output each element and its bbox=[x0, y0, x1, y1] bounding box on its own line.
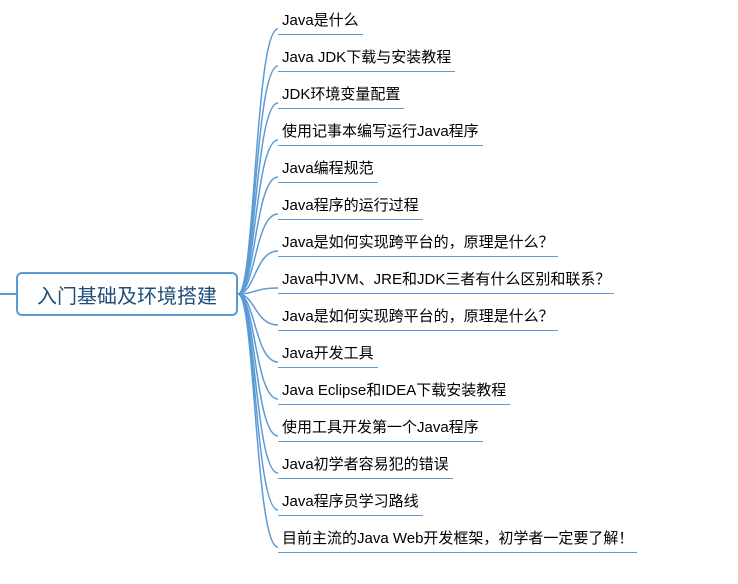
child-node-label: Java编程规范 bbox=[282, 160, 374, 177]
child-node-label: 使用记事本编写运行Java程序 bbox=[282, 123, 479, 140]
child-node[interactable]: Java JDK下载与安装教程 bbox=[278, 44, 455, 72]
child-node[interactable]: Java程序的运行过程 bbox=[278, 192, 423, 220]
child-node-label: Java程序员学习路线 bbox=[282, 493, 419, 510]
child-node[interactable]: Java是什么 bbox=[278, 7, 363, 35]
child-node[interactable]: Java是如何实现跨平台的，原理是什么？ bbox=[278, 303, 558, 331]
child-node-label: JDK环境变量配置 bbox=[282, 86, 400, 103]
child-node-label: 目前主流的Java Web开发框架，初学者一定要了解！ bbox=[282, 530, 633, 547]
child-node-label: 使用工具开发第一个Java程序 bbox=[282, 419, 479, 436]
child-node-label: Java JDK下载与安装教程 bbox=[282, 49, 451, 66]
child-node-label: Java中JVM、JRE和JDK三者有什么区别和联系？ bbox=[282, 271, 610, 288]
mindmap-canvas: 入门基础及环境搭建 Java是什么 Java JDK下载与安装教程 JDK环境变… bbox=[0, 0, 738, 584]
child-node[interactable]: 使用工具开发第一个Java程序 bbox=[278, 414, 483, 442]
child-node[interactable]: Java程序员学习路线 bbox=[278, 488, 423, 516]
child-node[interactable]: 目前主流的Java Web开发框架，初学者一定要了解！ bbox=[278, 525, 637, 553]
child-node[interactable]: 使用记事本编写运行Java程序 bbox=[278, 118, 483, 146]
root-node-label: 入门基础及环境搭建 bbox=[37, 280, 217, 309]
child-node-label: Java是什么 bbox=[282, 12, 359, 29]
child-node-label: Java是如何实现跨平台的，原理是什么？ bbox=[282, 234, 554, 251]
child-node[interactable]: Java开发工具 bbox=[278, 340, 378, 368]
child-node[interactable]: JDK环境变量配置 bbox=[278, 81, 404, 109]
child-node-label: Java初学者容易犯的错误 bbox=[282, 456, 449, 473]
child-node[interactable]: Java中JVM、JRE和JDK三者有什么区别和联系？ bbox=[278, 266, 614, 294]
root-node[interactable]: 入门基础及环境搭建 bbox=[16, 272, 238, 316]
child-node[interactable]: Java是如何实现跨平台的，原理是什么？ bbox=[278, 229, 558, 257]
child-node[interactable]: Java编程规范 bbox=[278, 155, 378, 183]
child-node[interactable]: Java Eclipse和IDEA下载安装教程 bbox=[278, 377, 510, 405]
child-node[interactable]: Java初学者容易犯的错误 bbox=[278, 451, 453, 479]
child-node-label: Java Eclipse和IDEA下载安装教程 bbox=[282, 382, 506, 399]
child-node-label: Java程序的运行过程 bbox=[282, 197, 419, 214]
child-node-label: Java开发工具 bbox=[282, 345, 374, 362]
root-stem-line bbox=[0, 293, 16, 295]
child-node-label: Java是如何实现跨平台的，原理是什么？ bbox=[282, 308, 554, 325]
